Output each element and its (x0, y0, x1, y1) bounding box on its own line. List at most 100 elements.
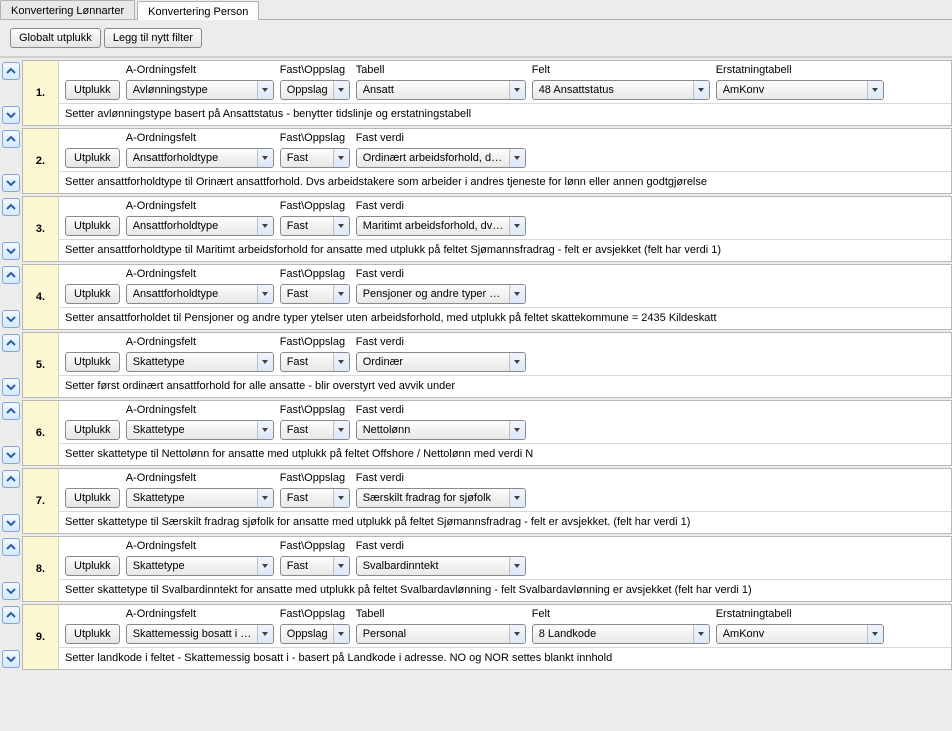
row-body: 1.UtplukkA-OrdningsfeltAvlønningstypeFas… (22, 60, 952, 126)
row-content: UtplukkA-OrdningsfeltSkattetypeFast\Opps… (59, 537, 951, 601)
row-content: UtplukkA-OrdningsfeltSkattemessig bosatt… (59, 605, 951, 669)
fast-verdi-combo[interactable]: Svalbardinntekt (356, 556, 526, 576)
chevron-down-icon (509, 81, 525, 99)
label-fast-oppslag: Fast\Oppslag (280, 64, 350, 78)
row-fields: UtplukkA-OrdningsfeltAnsattforholdtypeFa… (59, 197, 951, 239)
move-down-button[interactable] (2, 378, 20, 396)
move-up-button[interactable] (2, 266, 20, 284)
a-ordningsfelt-combo-value: Ansattforholdtype (133, 288, 257, 300)
move-down-button[interactable] (2, 446, 20, 464)
add-filter-button[interactable]: Legg til nytt filter (104, 28, 202, 48)
label-fast-verdi: Fast verdi (356, 268, 526, 282)
fast-verdi-combo[interactable]: Pensjoner og andre typer ytels (356, 284, 526, 304)
move-up-button[interactable] (2, 62, 20, 80)
row-content: UtplukkA-OrdningsfeltSkattetypeFast\Opps… (59, 401, 951, 465)
row-fields: UtplukkA-OrdningsfeltSkattetypeFast\Opps… (59, 469, 951, 511)
filter-row: 9.UtplukkA-OrdningsfeltSkattemessig bosa… (0, 604, 952, 670)
fast-oppslag-combo[interactable]: Fast (280, 284, 350, 304)
utplukk-button[interactable]: Utplukk (65, 216, 120, 236)
a-ordningsfelt-combo[interactable]: Skattetype (126, 556, 274, 576)
a-ordningsfelt-combo[interactable]: Ansattforholdtype (126, 284, 274, 304)
move-down-button[interactable] (2, 174, 20, 192)
move-down-button[interactable] (2, 514, 20, 532)
tab-lonnarter[interactable]: Konvertering Lønnarter (0, 0, 135, 19)
move-up-button[interactable] (2, 130, 20, 148)
a-ordningsfelt-combo[interactable]: Skattetype (126, 488, 274, 508)
a-ordningsfelt-combo[interactable]: Ansattforholdtype (126, 216, 274, 236)
a-ordningsfelt-combo[interactable]: Ansattforholdtype (126, 148, 274, 168)
row-fields: UtplukkA-OrdningsfeltSkattetypeFast\Opps… (59, 537, 951, 579)
row-reorder (0, 400, 22, 466)
move-down-button[interactable] (2, 106, 20, 124)
a-ordningsfelt-combo[interactable]: Skattetype (126, 352, 274, 372)
a-ordningsfelt-combo-value: Skattetype (133, 356, 257, 368)
move-up-button[interactable] (2, 538, 20, 556)
fast-verdi-combo[interactable]: Ordinært arbeidsforhold, dvs. a (356, 148, 526, 168)
move-up-button[interactable] (2, 606, 20, 624)
label-fast-oppslag: Fast\Oppslag (280, 472, 350, 486)
fast-oppslag-combo[interactable]: Oppslag (280, 80, 350, 100)
tabell-combo[interactable]: Personal (356, 624, 526, 644)
chevron-down-icon (333, 421, 349, 439)
erstatningtabell-combo[interactable]: AmKonv (716, 80, 884, 100)
utplukk-button[interactable]: Utplukk (65, 352, 120, 372)
felt-combo-value: 48 Ansattstatus (539, 84, 693, 96)
filter-row: 8.UtplukkA-OrdningsfeltSkattetypeFast\Op… (0, 536, 952, 602)
filter-row: 1.UtplukkA-OrdningsfeltAvlønningstypeFas… (0, 60, 952, 126)
chevron-down-icon (509, 489, 525, 507)
filter-row: 4.UtplukkA-OrdningsfeltAnsattforholdtype… (0, 264, 952, 330)
fast-oppslag-combo[interactable]: Fast (280, 556, 350, 576)
move-down-button[interactable] (2, 582, 20, 600)
utplukk-button[interactable]: Utplukk (65, 80, 120, 100)
move-up-button[interactable] (2, 334, 20, 352)
fast-verdi-combo[interactable]: Ordinær (356, 352, 526, 372)
label-tabell: Tabell (356, 64, 526, 78)
row-content: UtplukkA-OrdningsfeltSkattetypeFast\Opps… (59, 469, 951, 533)
fast-oppslag-combo[interactable]: Fast (280, 352, 350, 372)
move-down-button[interactable] (2, 310, 20, 328)
fast-oppslag-combo[interactable]: Fast (280, 420, 350, 440)
chevron-down-icon (867, 81, 883, 99)
row-fields: UtplukkA-OrdningsfeltSkattetypeFast\Opps… (59, 333, 951, 375)
move-up-button[interactable] (2, 402, 20, 420)
chevron-down-icon (257, 353, 273, 371)
row-number: 3. (23, 197, 59, 261)
chevron-down-icon (509, 557, 525, 575)
move-up-button[interactable] (2, 470, 20, 488)
a-ordningsfelt-combo[interactable]: Skattetype (126, 420, 274, 440)
row-body: 7.UtplukkA-OrdningsfeltSkattetypeFast\Op… (22, 468, 952, 534)
chevron-down-icon (509, 217, 525, 235)
a-ordningsfelt-combo[interactable]: Avlønningstype (126, 80, 274, 100)
utplukk-button[interactable]: Utplukk (65, 488, 120, 508)
row-number: 8. (23, 537, 59, 601)
move-down-button[interactable] (2, 242, 20, 260)
utplukk-button[interactable]: Utplukk (65, 556, 120, 576)
utplukk-button[interactable]: Utplukk (65, 284, 120, 304)
global-pick-button[interactable]: Globalt utplukk (10, 28, 101, 48)
utplukk-button[interactable]: Utplukk (65, 420, 120, 440)
felt-combo[interactable]: 8 Landkode (532, 624, 710, 644)
utplukk-button[interactable]: Utplukk (65, 624, 120, 644)
utplukk-button[interactable]: Utplukk (65, 148, 120, 168)
row-reorder (0, 604, 22, 670)
fast-verdi-combo[interactable]: Særskilt fradrag for sjøfolk (356, 488, 526, 508)
chevron-down-icon (509, 625, 525, 643)
fast-oppslag-combo[interactable]: Fast (280, 488, 350, 508)
fast-oppslag-combo[interactable]: Fast (280, 148, 350, 168)
move-down-button[interactable] (2, 650, 20, 668)
felt-combo[interactable]: 48 Ansattstatus (532, 80, 710, 100)
tabell-combo[interactable]: Ansatt (356, 80, 526, 100)
fast-oppslag-combo[interactable]: Fast (280, 216, 350, 236)
fast-oppslag-combo-value: Fast (287, 560, 333, 572)
chevron-down-icon (509, 421, 525, 439)
label-a-ordningsfelt: A-Ordningsfelt (126, 268, 274, 282)
fast-oppslag-combo[interactable]: Oppslag (280, 624, 350, 644)
fast-verdi-combo[interactable]: Maritimt arbeidsforhold, dvs. ar (356, 216, 526, 236)
felt-combo-value: 8 Landkode (539, 628, 693, 640)
fast-verdi-combo[interactable]: Nettolønn (356, 420, 526, 440)
chevron-down-icon (257, 421, 273, 439)
move-up-button[interactable] (2, 198, 20, 216)
a-ordningsfelt-combo[interactable]: Skattemessig bosatt i lan (126, 624, 274, 644)
tab-person[interactable]: Konvertering Person (137, 1, 259, 20)
erstatningtabell-combo[interactable]: AmKonv (716, 624, 884, 644)
